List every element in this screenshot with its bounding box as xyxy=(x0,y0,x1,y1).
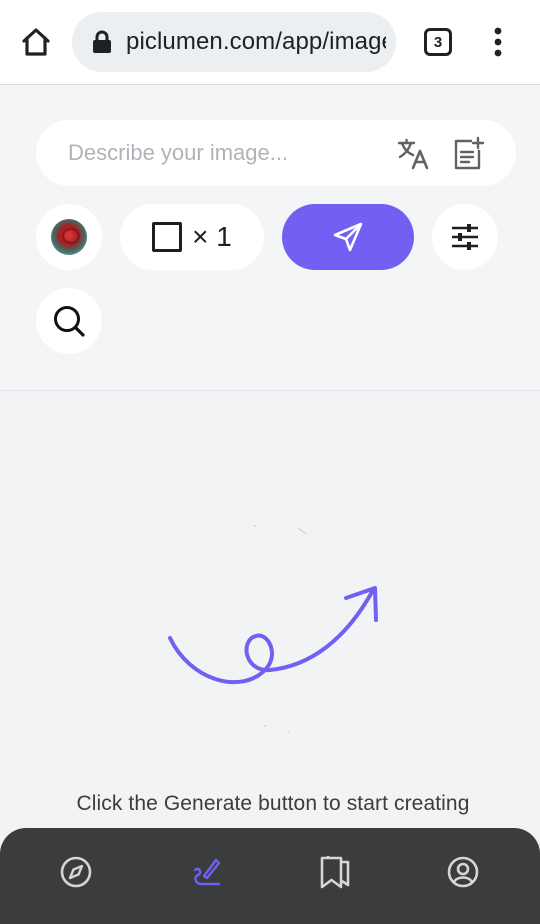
compass-icon[interactable] xyxy=(58,854,94,890)
lock-icon xyxy=(91,30,113,54)
url-text[interactable]: piclumen.com/app/image-generator xyxy=(126,28,386,56)
collection-icon[interactable] xyxy=(317,854,353,890)
translate-icon[interactable] xyxy=(396,136,432,172)
bottom-navigation xyxy=(0,828,540,924)
address-bar[interactable]: piclumen.com/app/image-generator xyxy=(72,12,396,72)
home-icon[interactable] xyxy=(18,24,54,60)
search-button[interactable] xyxy=(36,288,102,354)
image-count-label: × 1 xyxy=(192,221,232,252)
search-icon xyxy=(54,306,85,337)
account-icon[interactable] xyxy=(445,854,481,890)
browser-toolbar: piclumen.com/app/image-generator 3 xyxy=(0,0,540,85)
generate-button[interactable] xyxy=(282,204,414,270)
prompt-panel: × 1 xyxy=(0,86,540,391)
tab-switcher-button[interactable]: 3 xyxy=(424,28,452,56)
empty-state-illustration xyxy=(160,520,390,740)
rose-avatar xyxy=(51,219,87,255)
settings-button[interactable] xyxy=(432,204,498,270)
more-vert-icon[interactable] xyxy=(488,26,508,58)
aspect-ratio-icon xyxy=(152,222,183,252)
prompt-box xyxy=(36,120,516,186)
image-count-button[interactable]: × 1 xyxy=(120,204,264,270)
send-icon xyxy=(333,222,363,252)
model-select-button[interactable] xyxy=(36,204,102,270)
note-add-icon[interactable] xyxy=(450,136,486,172)
empty-state-hint: Click the Generate button to start creat… xyxy=(76,792,470,815)
create-icon[interactable] xyxy=(188,854,224,890)
prompt-input[interactable] xyxy=(68,136,388,170)
tune-icon xyxy=(452,224,478,250)
